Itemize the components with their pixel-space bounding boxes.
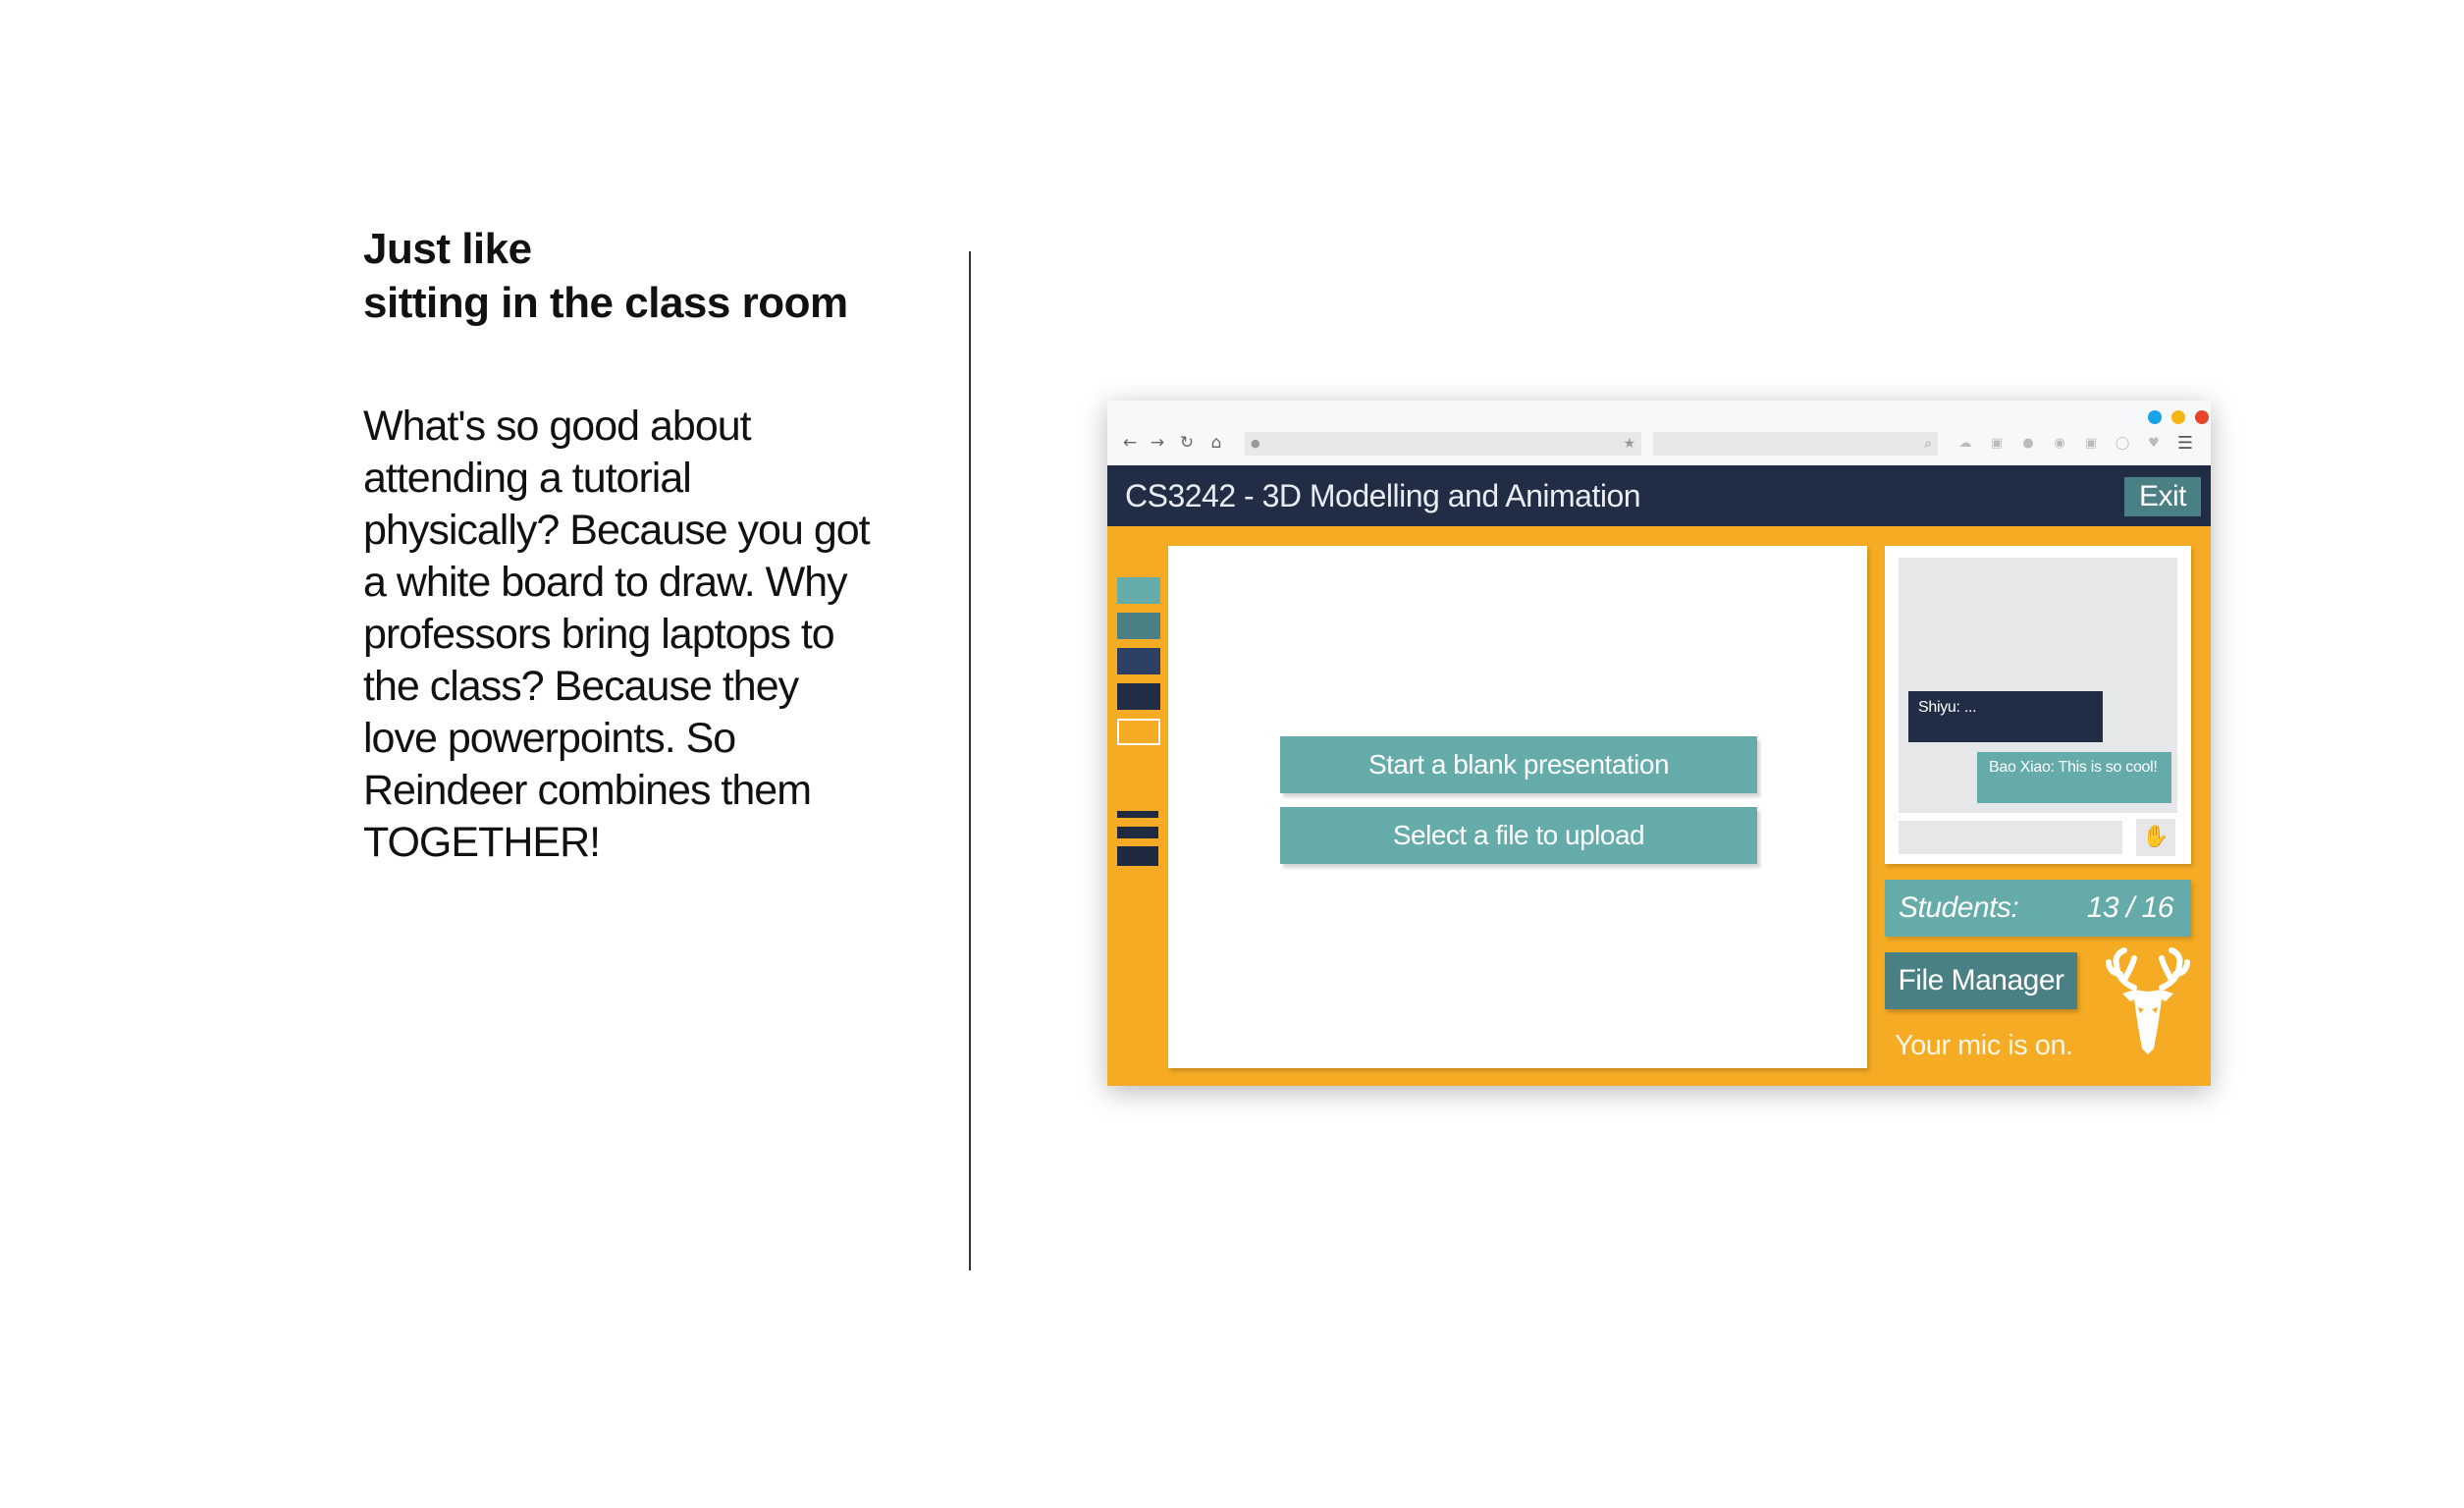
students-count: 13 / 16: [2086, 891, 2174, 924]
file-manager-button[interactable]: File Manager: [1885, 952, 2077, 1009]
slide-heading: Just like sitting in the class room: [363, 222, 913, 330]
body-line: Reindeer combines them: [363, 767, 812, 814]
maximize-dot-icon[interactable]: [2171, 410, 2185, 424]
course-title: CS3242 - 3D Modelling and Animation: [1125, 478, 1641, 513]
exit-button[interactable]: Exit: [2124, 477, 2201, 516]
line-weight-thin[interactable]: [1117, 811, 1158, 818]
line-weight-thick[interactable]: [1117, 846, 1158, 866]
circle-icon[interactable]: ●: [2018, 434, 2038, 454]
body-line: a white board to draw. Why: [363, 559, 848, 606]
start-blank-presentation-button[interactable]: Start a blank presentation: [1280, 736, 1757, 793]
cloud-icon[interactable]: ☁: [1955, 434, 1975, 454]
home-icon[interactable]: ⌂: [1205, 432, 1227, 454]
reindeer-logo-icon: [2106, 947, 2190, 1054]
line-weight-medium[interactable]: [1117, 827, 1158, 838]
back-arrow-icon[interactable]: ←: [1119, 432, 1141, 454]
forward-arrow-icon[interactable]: →: [1147, 432, 1168, 454]
select-file-upload-button[interactable]: Select a file to upload: [1280, 807, 1757, 864]
body-line: What's so good about: [363, 403, 752, 450]
chat-message: Bao Xiao: This is so cool!: [1977, 752, 2171, 803]
heart-icon[interactable]: ♥: [2144, 434, 2164, 454]
shield-icon[interactable]: ◯: [2113, 434, 2132, 454]
chat-messages: Shiyu: ... Bao Xiao: This is so cool!: [1899, 558, 2177, 813]
search-bar[interactable]: ⌕: [1653, 432, 1938, 456]
whiteboard[interactable]: Start a blank presentation Select a file…: [1168, 546, 1867, 1068]
address-bar[interactable]: ● ★: [1245, 432, 1641, 456]
chat-panel: Shiyu: ... Bao Xiao: This is so cool! ✋: [1885, 546, 2191, 864]
browser-window: ← → ↻ ⌂ ● ★ ⌕ ☁ ▣ ● ◉ ▣ ◯ ♥ ☰ CS3242 - 3…: [1107, 401, 2211, 1086]
body-line: attending a tutorial: [363, 455, 692, 502]
slide-body-text: What's so good about attending a tutoria…: [363, 401, 913, 869]
chat-message: Shiyu: ...: [1908, 691, 2103, 742]
body-line: professors bring laptops to: [363, 611, 835, 658]
app-body: Start a blank presentation Select a file…: [1107, 526, 2211, 1086]
bookmark-star-icon[interactable]: ★: [1623, 434, 1635, 454]
color-swatch-teal[interactable]: [1117, 577, 1160, 604]
menu-icon[interactable]: ☰: [2175, 434, 2195, 454]
body-line: the class? Because they: [363, 663, 799, 710]
screenshot-icon[interactable]: ▣: [1987, 434, 2007, 454]
browser-toolbar: ← → ↻ ⌂ ● ★ ⌕ ☁ ▣ ● ◉ ▣ ◯ ♥ ☰: [1107, 401, 2211, 465]
mic-status-text: Your mic is on.: [1895, 1030, 2073, 1061]
students-label: Students:: [1899, 891, 2019, 924]
color-swatch-dark-teal[interactable]: [1117, 613, 1160, 639]
vertical-divider: [969, 251, 971, 1270]
heading-line-2: sitting in the class room: [363, 279, 848, 327]
reload-icon[interactable]: ↻: [1176, 432, 1198, 454]
search-icon: ⌕: [1924, 436, 1932, 452]
color-swatch-orange[interactable]: [1117, 719, 1160, 745]
minimize-dot-icon[interactable]: [2148, 410, 2162, 424]
lock-icon: ●: [1251, 437, 1260, 450]
color-swatch-navy[interactable]: [1117, 683, 1160, 710]
body-line: physically? Because you got: [363, 507, 871, 554]
close-dot-icon[interactable]: [2195, 410, 2209, 424]
raise-hand-icon[interactable]: ✋: [2136, 819, 2175, 856]
ghost-icon[interactable]: ◉: [2050, 434, 2069, 454]
students-counter: Students: 13 / 16: [1885, 880, 2191, 937]
heading-line-1: Just like: [363, 225, 532, 273]
body-line: love powerpoints. So: [363, 715, 736, 762]
camera-icon[interactable]: ▣: [2081, 434, 2101, 454]
body-line: TOGETHER!: [363, 819, 601, 866]
color-swatch-blue[interactable]: [1117, 648, 1160, 674]
app-title-bar: CS3242 - 3D Modelling and Animation Exit: [1107, 465, 2211, 526]
chat-input[interactable]: [1899, 821, 2122, 854]
